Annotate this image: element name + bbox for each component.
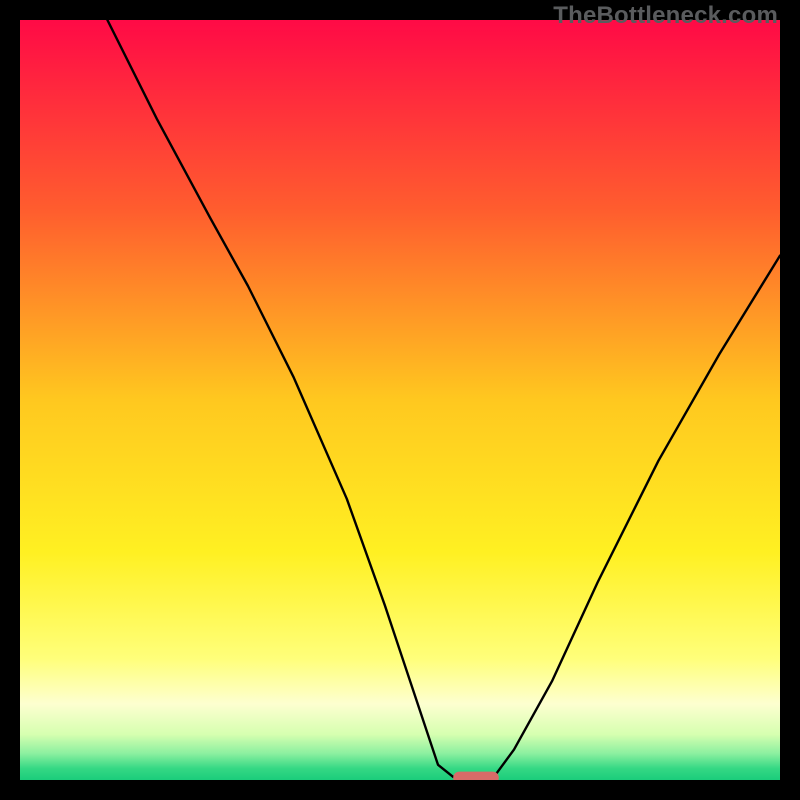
chart-frame: TheBottleneck.com	[0, 0, 800, 800]
plot-area	[20, 20, 780, 780]
optimal-marker	[453, 772, 499, 780]
gradient-background	[20, 20, 780, 780]
chart-canvas	[20, 20, 780, 780]
watermark-text: TheBottleneck.com	[553, 2, 778, 30]
